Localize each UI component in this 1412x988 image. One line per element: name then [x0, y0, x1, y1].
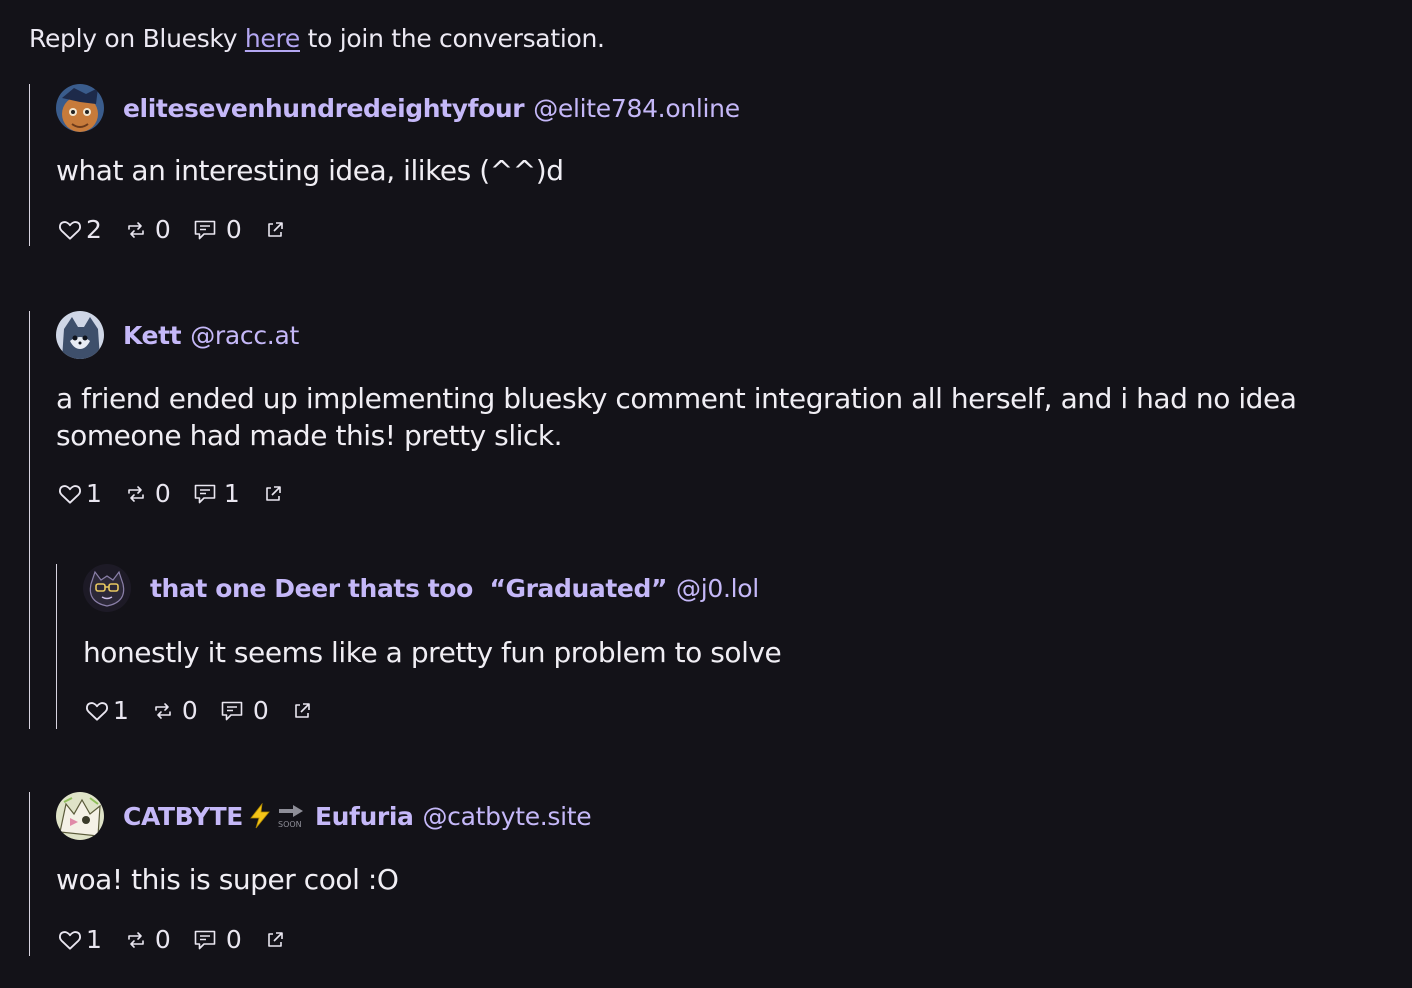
like-count: 1: [86, 479, 102, 508]
repost-icon: [126, 484, 146, 504]
reply-prompt-after: to join the conversation.: [300, 24, 605, 53]
reply-prompt: Reply on Bluesky here to join the conver…: [29, 24, 605, 53]
reply-count: 0: [225, 215, 242, 244]
comment-j0lol: that one Deer thats too “Graduated” @j0.…: [56, 564, 1357, 729]
repost-button[interactable]: 0: [126, 479, 171, 508]
repost-count: 0: [181, 696, 198, 725]
repost-icon: [153, 701, 173, 721]
reply-count: 0: [225, 925, 242, 954]
like-button[interactable]: 1: [84, 696, 129, 725]
comment-header: that one Deer thats too “Graduated” @j0.…: [83, 564, 759, 612]
heart-icon: [84, 698, 110, 724]
external-link-icon: [264, 485, 282, 503]
author-handle[interactable]: @j0.lol: [676, 574, 759, 603]
comment-kett: Kett @racc.at a friend ended up implemen…: [29, 311, 1400, 729]
author-name[interactable]: elitesevenhundredeightyfour: [123, 94, 525, 123]
comment-text: a friend ended up implementing bluesky c…: [56, 380, 1297, 454]
comment-actions: 1 0 0: [57, 925, 284, 954]
like-button[interactable]: 1: [57, 479, 102, 508]
comment-header: elitesevenhundredeightyfour @elite784.on…: [56, 84, 740, 132]
repost-count: 0: [154, 479, 171, 508]
open-post-link[interactable]: [293, 702, 311, 720]
reply-here-link[interactable]: here: [245, 24, 300, 53]
heart-icon: [57, 927, 83, 953]
repost-count: 0: [154, 215, 171, 244]
like-count: 2: [86, 215, 102, 244]
reply-button[interactable]: 1: [193, 479, 240, 508]
comment-elite784: elitesevenhundredeightyfour @elite784.on…: [29, 84, 1400, 246]
comment-actions: 2 0 0: [57, 215, 284, 244]
open-post-link[interactable]: [266, 221, 284, 239]
reply-button[interactable]: 0: [193, 925, 242, 954]
author-name-second[interactable]: Eufuria: [315, 802, 414, 831]
comment-text-line: someone had made this! pretty slick.: [56, 419, 563, 452]
like-button[interactable]: 2: [57, 215, 102, 244]
author-handle[interactable]: @catbyte.site: [422, 802, 591, 831]
comment-text: honestly it seems like a pretty fun prob…: [83, 636, 782, 669]
reply-icon: [193, 218, 217, 242]
reply-icon: [220, 699, 244, 723]
open-post-link[interactable]: [266, 931, 284, 949]
lightning-icon: [249, 803, 271, 829]
avatar[interactable]: [56, 792, 104, 840]
comment-actions: 1 0 1: [57, 479, 282, 508]
author-handle[interactable]: @racc.at: [190, 321, 299, 350]
comment-text: what an interesting idea, ilikes (^^)d: [56, 154, 564, 187]
like-button[interactable]: 1: [57, 925, 102, 954]
external-link-icon: [266, 931, 284, 949]
author-name[interactable]: Kett: [123, 321, 182, 350]
author-handle[interactable]: @elite784.online: [533, 94, 740, 123]
reply-prompt-before: Reply on Bluesky: [29, 24, 245, 53]
svg-text:SOON: SOON: [278, 820, 302, 829]
soon-arrow-icon: SOON: [277, 803, 307, 829]
reply-button[interactable]: 0: [220, 696, 269, 725]
repost-button[interactable]: 0: [126, 925, 171, 954]
repost-icon: [126, 930, 146, 950]
author-name[interactable]: that one Deer thats too “Graduated”: [150, 574, 667, 603]
avatar[interactable]: [56, 84, 104, 132]
author-name-first[interactable]: CATBYTE: [123, 802, 243, 831]
heart-icon: [57, 481, 83, 507]
comment-header: Kett @racc.at: [56, 311, 299, 359]
repost-count: 0: [154, 925, 171, 954]
external-link-icon: [266, 221, 284, 239]
open-post-link[interactable]: [264, 485, 282, 503]
reply-button[interactable]: 0: [193, 215, 242, 244]
avatar[interactable]: [56, 311, 104, 359]
comment-text-line: a friend ended up implementing bluesky c…: [56, 382, 1297, 415]
comment-actions: 1 0 0: [84, 696, 311, 725]
avatar[interactable]: [83, 564, 131, 612]
heart-icon: [57, 217, 83, 243]
reply-count: 0: [252, 696, 269, 725]
like-count: 1: [113, 696, 129, 725]
comment-header: CATBYTE SOON Eufuria @catbyte.site: [56, 792, 592, 840]
repost-button[interactable]: 0: [153, 696, 198, 725]
reply-count: 1: [223, 479, 240, 508]
reply-icon: [193, 928, 217, 952]
reply-icon: [193, 482, 217, 506]
like-count: 1: [86, 925, 102, 954]
comment-text: woa! this is super cool :O: [56, 863, 399, 896]
external-link-icon: [293, 702, 311, 720]
repost-button[interactable]: 0: [126, 215, 171, 244]
comment-catbyte: CATBYTE SOON Eufuria @catbyte.site woa! …: [29, 792, 1400, 956]
repost-icon: [126, 220, 146, 240]
